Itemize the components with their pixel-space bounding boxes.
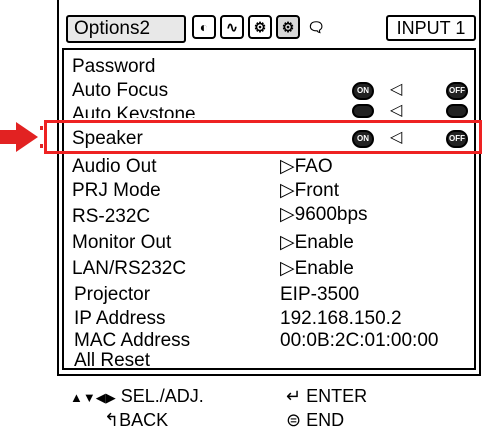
menu-item-auto-focus[interactable]: Auto Focus (72, 80, 168, 102)
menu-item-ip-address: IP Address (74, 308, 166, 329)
enter-icon: ↵ (286, 386, 302, 406)
menu-item-all-reset[interactable]: All Reset (74, 350, 150, 372)
rs232c-value[interactable]: ▷9600bps (280, 204, 368, 226)
right-arrow-icon: ▷ (280, 156, 295, 177)
right-arrow-icon: ▷ (280, 258, 295, 279)
arrow-keys-icon: ▲▼◀▶ (70, 390, 116, 405)
menu-item-lan-rs232c[interactable]: LAN/RS232C (72, 258, 186, 280)
speaker-on-toggle[interactable]: ON (352, 130, 374, 148)
ip-address-value: 192.168.150.2 (280, 308, 402, 329)
picture-tab-icon[interactable]: ◐ (192, 15, 216, 39)
menu-item-speaker[interactable]: Speaker (72, 128, 143, 150)
audio-out-value[interactable]: ▷FAO (280, 156, 333, 178)
monitor-out-text: Enable (294, 232, 354, 253)
right-arrow-icon: ▷ (280, 204, 295, 225)
right-arrow-icon: ▷ (280, 180, 295, 201)
end-hint: ⊜ END (286, 410, 344, 430)
menu-item-prj-mode[interactable]: PRJ Mode (72, 180, 161, 202)
auto-keystone-off-toggle[interactable] (446, 104, 468, 118)
menu-item-projector: Projector (74, 284, 151, 305)
enter-label: ENTER (306, 386, 368, 406)
input-label: INPUT 1 (386, 15, 476, 41)
sel-adj-hint: ▲▼◀▶ SEL./ADJ. (70, 386, 204, 408)
auto-keystone-on-toggle[interactable] (352, 104, 374, 118)
projector-value: EIP-3500 (280, 284, 360, 305)
sel-adj-label: SEL./ADJ. (120, 386, 204, 406)
end-icon: ⊜ (286, 410, 302, 430)
lan-rs232c-text: Enable (294, 258, 354, 279)
menu-item-auto-keystone[interactable]: Auto Keystone (72, 104, 196, 118)
menu-item-password[interactable]: Password (72, 56, 155, 78)
auto-focus-on-toggle[interactable]: ON (352, 82, 374, 100)
menu-title-tab[interactable]: Options2 (66, 15, 186, 43)
auto-keystone-left-arrow-icon: ◁ (390, 102, 403, 119)
right-arrow-icon: ▷ (280, 232, 295, 253)
speaker-left-arrow-icon: ◁ (390, 129, 403, 146)
rs232c-text: 9600bps (294, 204, 368, 225)
options2-tab-icon[interactable]: ⚙ (276, 15, 300, 39)
lan-rs232c-value[interactable]: ▷Enable (280, 258, 354, 280)
signal-tab-icon[interactable]: ∿ (220, 15, 244, 39)
menu-item-rs232c[interactable]: RS-232C (72, 206, 150, 228)
back-icon: ↰ (104, 410, 120, 430)
monitor-out-value[interactable]: ▷Enable (280, 232, 354, 254)
prj-mode-text: Front (294, 180, 339, 201)
menu-item-monitor-out[interactable]: Monitor Out (72, 232, 171, 254)
options1-tab-icon[interactable]: ⚙ (248, 15, 272, 39)
menu-item-audio-out[interactable]: Audio Out (72, 156, 157, 178)
language-tab-icon[interactable]: 🗨 (304, 15, 328, 39)
speaker-off-toggle[interactable]: OFF (446, 130, 468, 148)
back-label: BACK (119, 410, 169, 430)
back-hint: ↰BACK (104, 410, 168, 430)
auto-focus-off-toggle[interactable]: OFF (446, 82, 468, 100)
mac-address-value: 00:0B:2C:01:00:00 (280, 330, 439, 351)
prj-mode-value[interactable]: ▷Front (280, 180, 339, 202)
end-label: END (306, 410, 345, 430)
audio-out-text: FAO (294, 156, 333, 177)
auto-focus-left-arrow-icon: ◁ (390, 81, 403, 98)
selection-pointer-icon (0, 122, 43, 152)
enter-hint: ↵ ENTER (286, 386, 367, 406)
menu-item-mac-address: MAC Address (74, 330, 191, 351)
